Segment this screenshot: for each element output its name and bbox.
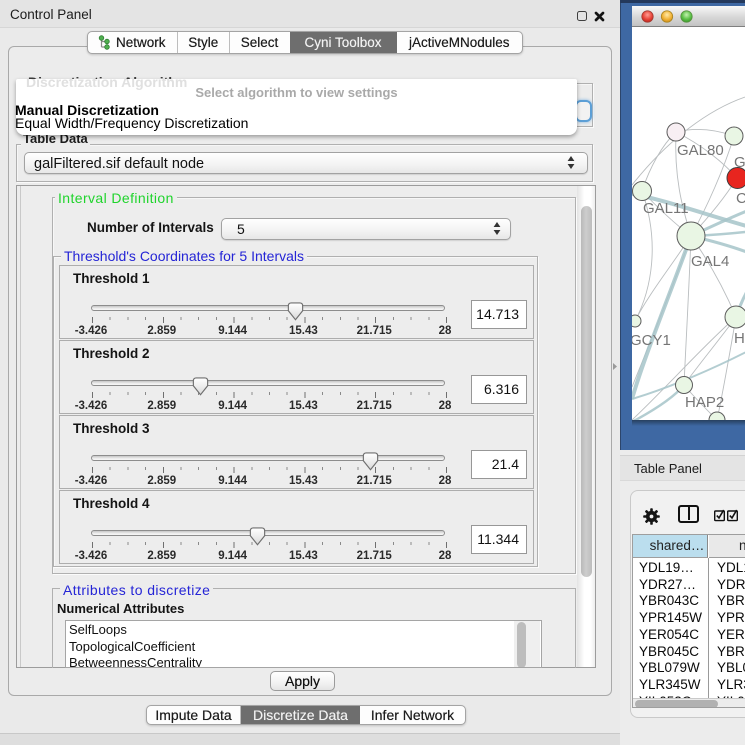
svg-text:H: H [734, 330, 745, 347]
svg-text:GAL4: GAL4 [691, 253, 729, 270]
svg-text:GA: GA [734, 154, 745, 171]
svg-text:GCY1: GCY1 [632, 332, 671, 349]
svg-text:C: C [736, 190, 745, 207]
svg-text:GAL80: GAL80 [677, 142, 724, 159]
svg-text:GAL11: GAL11 [643, 200, 689, 217]
svg-text:HAP2: HAP2 [685, 394, 724, 411]
